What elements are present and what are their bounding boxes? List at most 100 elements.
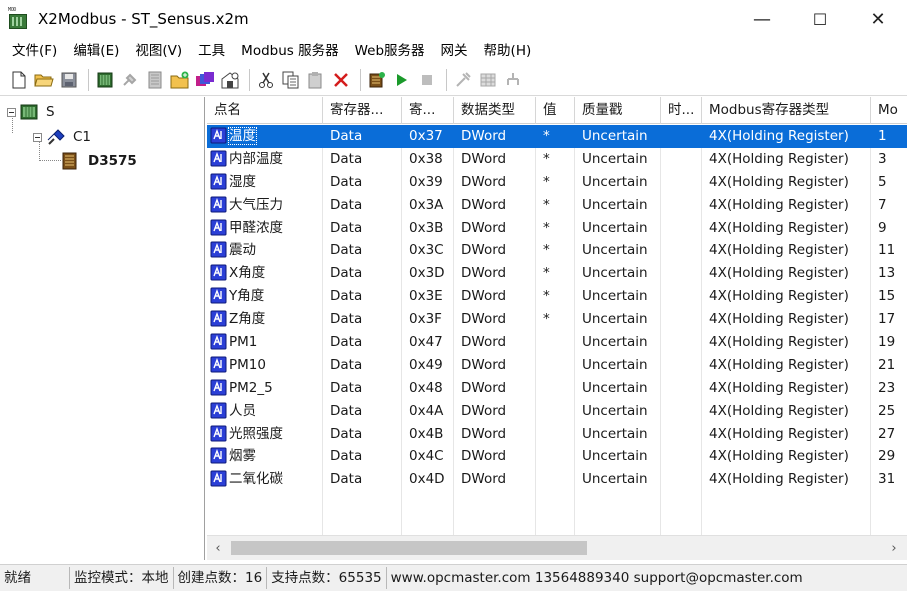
collapse-icon[interactable] [33,132,42,142]
cell-register: Data [323,376,402,400]
cut-icon[interactable] [255,69,277,91]
toolbar-separator [446,68,447,91]
table-row[interactable]: 甲醛浓度 Data 0x3B DWord * Uncertain 4X(Holding Re… [207,216,907,240]
cell-name: PM10 [207,353,323,377]
col-header-register[interactable]: 寄存器... [323,97,402,124]
tree-node-channel[interactable]: C1 [33,127,91,147]
stop-icon[interactable] [416,69,438,91]
tag-name: X角度 [229,265,266,282]
menu-view[interactable]: 视图(V) [127,38,190,64]
collapse-icon[interactable] [7,107,16,117]
tree-node-device[interactable]: D3575 [60,151,137,171]
cell-register: Data [323,147,402,171]
cell-name: 湿度 [207,170,323,194]
tag-icon [210,447,227,464]
tag-name: 人员 [229,402,256,419]
cell-time [661,445,702,469]
new-group-icon[interactable] [169,69,191,91]
menu-bar: 文件(F) 编辑(E) 视图(V) 工具 Modbus 服务器 Web服务器 网… [0,38,907,64]
table-row[interactable]: PM1 Data 0x47 DWord Uncertain 4X(Holding Regi… [207,331,907,354]
server-icon [20,104,38,120]
table-row[interactable]: 震动 Data 0x3C DWord * Uncertain 4X(Holding Regi… [207,239,907,263]
table-row[interactable]: 烟雾 Data 0x4C DWord Uncertain 4X(Holding Regis… [207,445,907,469]
col-header-time[interactable]: 时... [661,97,702,124]
tools-icon[interactable] [452,69,474,91]
close-button[interactable]: ✕ [849,0,907,38]
cell-datatype: DWord [454,193,536,217]
scroll-thumb[interactable] [231,541,587,555]
table-row[interactable]: 人员 Data 0x4A DWord Uncertain 4X(Holding Regis… [207,399,907,423]
cell-address: 0x48 [402,376,454,400]
col-header-quality[interactable]: 质量戳 [575,97,661,124]
minimize-button[interactable]: — [733,0,791,38]
scroll-left-button[interactable]: ‹ [209,536,227,561]
col-header-name[interactable]: 点名 [207,97,323,124]
save-icon[interactable] [58,69,80,91]
menu-tools[interactable]: 工具 [190,38,233,64]
delete-icon[interactable] [330,69,352,91]
device-grid-icon[interactable] [144,69,166,91]
cell-register: Data [323,262,402,286]
menu-modbus-server[interactable]: Modbus 服务器 [233,38,346,64]
properties-icon[interactable] [219,69,241,91]
add-device-icon[interactable] [94,69,116,91]
col-header-address[interactable]: 寄... [402,97,454,124]
tag-icon [210,310,227,327]
menu-help[interactable]: 帮助(H) [476,38,540,64]
open-folder-icon[interactable] [33,69,55,91]
table-icon[interactable] [477,69,499,91]
cell-modbus-type: 4X(Holding Register) [702,125,871,148]
tree-icon[interactable] [502,69,524,91]
tag-name: 大气压力 [229,196,283,213]
tag-name: PM2_5 [229,379,273,396]
table-row[interactable]: 内部温度 Data 0x38 DWord * Uncertain 4X(Holding Re… [207,147,907,171]
table-row[interactable]: 二氧化碳 Data 0x4D DWord Uncertain 4X(Holding Reg… [207,468,907,492]
cell-name: Y角度 [207,285,323,309]
status-created-points: 创建点数：16 [174,567,268,589]
menu-edit[interactable]: 编辑(E) [65,38,127,64]
tag-name: 湿度 [229,173,256,190]
table-row[interactable]: PM2_5 Data 0x48 DWord Uncertain 4X(Holding Re… [207,376,907,400]
new-file-icon[interactable] [8,69,30,91]
table-row[interactable]: 大气压力 Data 0x3A DWord * Uncertain 4X(Holding Re… [207,193,907,217]
horizontal-scrollbar[interactable]: ‹ › [207,535,907,560]
copy-icon[interactable] [280,69,302,91]
table-row[interactable]: 光照强度 Data 0x4B DWord Uncertain 4X(Holding Reg… [207,422,907,446]
table-row[interactable]: 湿度 Data 0x39 DWord * Uncertain 4X(Holding Regi… [207,170,907,194]
monitor-icon[interactable] [366,69,388,91]
table-row[interactable]: Y角度 Data 0x3E DWord * Uncertain 4X(Holding Reg… [207,285,907,309]
table-header: 点名 寄存器... 寄... 数据类型 值 质量戳 时... Modbus寄存器… [207,97,907,124]
connect-icon[interactable] [119,69,141,91]
cell-time [661,147,702,171]
tag-icon [210,333,227,350]
cell-quality: Uncertain [575,262,661,286]
menu-web-server[interactable]: Web服务器 [347,38,433,64]
table-row[interactable]: X角度 Data 0x3D DWord * Uncertain 4X(Holding Reg… [207,262,907,286]
device-tree: S C1 D3575 [0,97,205,560]
cell-address: 0x3D [402,262,454,286]
paste-icon[interactable] [305,69,327,91]
table-row[interactable]: PM10 Data 0x49 DWord Uncertain 4X(Holding Reg… [207,353,907,377]
menu-file[interactable]: 文件(F) [4,38,65,64]
cell-address: 0x37 [402,125,454,148]
table-row[interactable]: 温度 Data 0x37 DWord * Uncertain 4X(Holding Regi… [207,125,907,148]
col-header-modbus-addr[interactable]: Mo [871,97,907,124]
run-icon[interactable] [391,69,413,91]
col-header-datatype[interactable]: 数据类型 [454,97,536,124]
tree-node-root[interactable]: S [7,102,55,122]
col-header-modbus-type[interactable]: Modbus寄存器类型 [702,97,871,124]
maximize-button[interactable]: ☐ [791,0,849,38]
table-row[interactable]: Z角度 Data 0x3F DWord * Uncertain 4X(Holding Reg… [207,308,907,332]
cell-register: Data [323,331,402,354]
tag-name: 烟雾 [229,448,256,465]
cell-name: 烟雾 [207,445,323,469]
cell-datatype: DWord [454,353,536,377]
col-header-value[interactable]: 值 [536,97,575,124]
menu-gateway[interactable]: 网关 [433,38,476,64]
toolbar-separator [249,68,250,91]
cell-datatype: DWord [454,125,536,148]
cell-value: * [536,193,575,217]
cell-register: Data [323,170,402,194]
batch-tags-icon[interactable] [194,69,216,91]
scroll-right-button[interactable]: › [885,536,903,561]
